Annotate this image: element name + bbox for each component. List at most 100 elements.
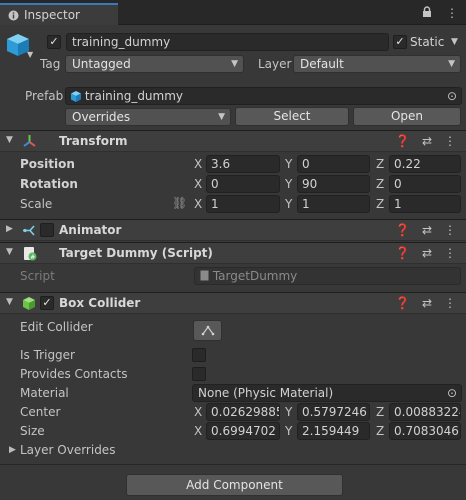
rotation-z-field[interactable]: 0 [389, 175, 461, 193]
help-icon[interactable]: ❓ [395, 296, 410, 310]
material-field[interactable]: None (Physic Material) ⊙ [192, 384, 462, 402]
axis-y-label: Y [285, 197, 293, 211]
tag-label: Tag [40, 57, 61, 71]
component-title: Box Collider [59, 296, 141, 310]
static-dropdown-icon[interactable]: ▼ [451, 37, 458, 47]
layer-overrides-label[interactable]: Layer Overrides [20, 443, 115, 457]
static-label: Static [410, 35, 445, 49]
add-component-button[interactable]: Add Component [126, 474, 343, 496]
component-title: Transform [59, 134, 128, 148]
icon-dropdown-caret[interactable]: ▼ [27, 50, 33, 59]
axis-z-label: Z [376, 157, 385, 171]
help-icon[interactable]: ❓ [395, 134, 410, 148]
axis-x-label: X [194, 197, 203, 211]
rotation-label: Rotation [20, 177, 78, 191]
material-value: None (Physic Material) [198, 386, 334, 400]
target-dummy-header[interactable]: ▼ # Target Dummy (Script) ❓ ⇄ ⋮ [0, 242, 466, 264]
more-options-icon[interactable]: ⋮ [444, 296, 456, 310]
axis-z-label: Z [376, 197, 385, 211]
size-x-field[interactable]: 0.6994702 [206, 422, 280, 440]
axis-z-label: Z [376, 177, 385, 191]
box-collider-header[interactable]: ▼ ✓ Box Collider ❓ ⇄ ⋮ [0, 292, 466, 314]
script-file-icon [200, 269, 209, 284]
position-label: Position [20, 157, 75, 171]
axis-x-label: X [194, 157, 203, 171]
provides-contacts-checkbox[interactable] [192, 367, 206, 381]
edit-bounds-icon [201, 325, 214, 336]
edit-collider-button[interactable] [193, 320, 222, 341]
position-z-field[interactable]: 0.22 [389, 155, 461, 173]
prefab-value: training_dummy [84, 89, 184, 103]
help-icon[interactable]: ❓ [395, 223, 410, 237]
script-icon: # [22, 246, 37, 261]
size-z-field[interactable]: 0.7083046 [389, 422, 461, 440]
rotation-x-field[interactable]: 0 [206, 175, 280, 193]
open-button[interactable]: Open [353, 107, 461, 126]
position-x-field[interactable]: 3.6 [206, 155, 280, 173]
animator-header[interactable]: ▶ Animator ❓ ⇄ ⋮ [0, 219, 466, 241]
chevron-down-icon: ▼ [231, 59, 238, 69]
animator-enabled-checkbox[interactable] [40, 223, 54, 237]
more-options-icon[interactable]: ⋮ [444, 223, 456, 237]
more-options-icon[interactable]: ⋮ [446, 6, 458, 21]
constrain-proportions-icon[interactable]: ⛓ [172, 196, 187, 210]
layer-label: Layer [258, 57, 292, 71]
more-options-icon[interactable]: ⋮ [444, 246, 456, 260]
axis-z-label: Z [376, 405, 385, 419]
layer-value: Default [300, 57, 344, 71]
info-icon [8, 10, 19, 21]
tab-bar: Inspector ⋮ [0, 0, 466, 25]
center-z-field[interactable]: 0.00883224 [389, 403, 461, 421]
object-picker-icon[interactable]: ⊙ [447, 88, 457, 104]
foldout-arrow-icon[interactable]: ▼ [6, 247, 13, 257]
prefab-label: Prefab [25, 89, 64, 103]
more-options-icon[interactable]: ⋮ [444, 134, 456, 148]
object-name-field[interactable]: training_dummy [66, 33, 389, 51]
material-label: Material [20, 386, 69, 400]
static-checkbox[interactable]: ✓ [393, 35, 407, 49]
overrides-dropdown[interactable]: Overrides ▼ [65, 108, 231, 126]
scale-label: Scale [20, 197, 53, 211]
position-y-field[interactable]: 0 [297, 155, 370, 173]
axis-x-label: X [194, 405, 203, 419]
select-button[interactable]: Select [235, 107, 349, 126]
tab-label: Inspector [24, 8, 80, 22]
prefab-field[interactable]: training_dummy ⊙ [65, 87, 462, 105]
presets-icon[interactable]: ⇄ [422, 296, 432, 310]
foldout-arrow-icon[interactable]: ▼ [6, 135, 13, 145]
center-y-field[interactable]: 0.5797246 [297, 403, 370, 421]
tag-value: Untagged [72, 57, 131, 71]
foldout-arrow-icon[interactable]: ▶ [6, 224, 13, 234]
lock-icon[interactable] [422, 6, 432, 21]
axis-y-label: Y [285, 424, 293, 438]
scale-y-field[interactable]: 1 [297, 195, 370, 213]
object-picker-icon[interactable]: ⊙ [447, 385, 457, 401]
layer-overrides-foldout-icon[interactable]: ▶ [9, 445, 16, 455]
axis-y-label: Y [285, 177, 293, 191]
overrides-value: Overrides [72, 110, 131, 124]
presets-icon[interactable]: ⇄ [422, 134, 432, 148]
presets-icon[interactable]: ⇄ [422, 223, 432, 237]
animator-icon [22, 223, 37, 238]
layer-dropdown[interactable]: Default ▼ [293, 55, 461, 73]
center-x-field[interactable]: 0.02629885 [206, 403, 280, 421]
tag-dropdown[interactable]: Untagged ▼ [65, 55, 244, 73]
chevron-down-icon: ▼ [218, 112, 225, 122]
scale-z-field[interactable]: 1 [389, 195, 461, 213]
size-y-field[interactable]: 2.159449 [297, 422, 370, 440]
box-collider-enabled-checkbox[interactable]: ✓ [40, 296, 54, 310]
is-trigger-checkbox[interactable] [192, 348, 206, 362]
scale-x-field[interactable]: 1 [206, 195, 280, 213]
transform-header[interactable]: ▼ Transform ❓ ⇄ ⋮ [0, 130, 466, 152]
rotation-y-field[interactable]: 90 [297, 175, 370, 193]
presets-icon[interactable]: ⇄ [422, 246, 432, 260]
edit-collider-label: Edit Collider [20, 320, 93, 334]
transform-icon [22, 134, 37, 149]
foldout-arrow-icon[interactable]: ▼ [6, 297, 13, 307]
active-checkbox[interactable]: ✓ [47, 35, 61, 49]
prefab-cube-icon [71, 90, 81, 104]
tab-inspector[interactable]: Inspector [0, 3, 118, 25]
box-collider-icon [22, 296, 37, 311]
chevron-down-icon: ▼ [448, 59, 455, 69]
help-icon[interactable]: ❓ [395, 246, 410, 260]
